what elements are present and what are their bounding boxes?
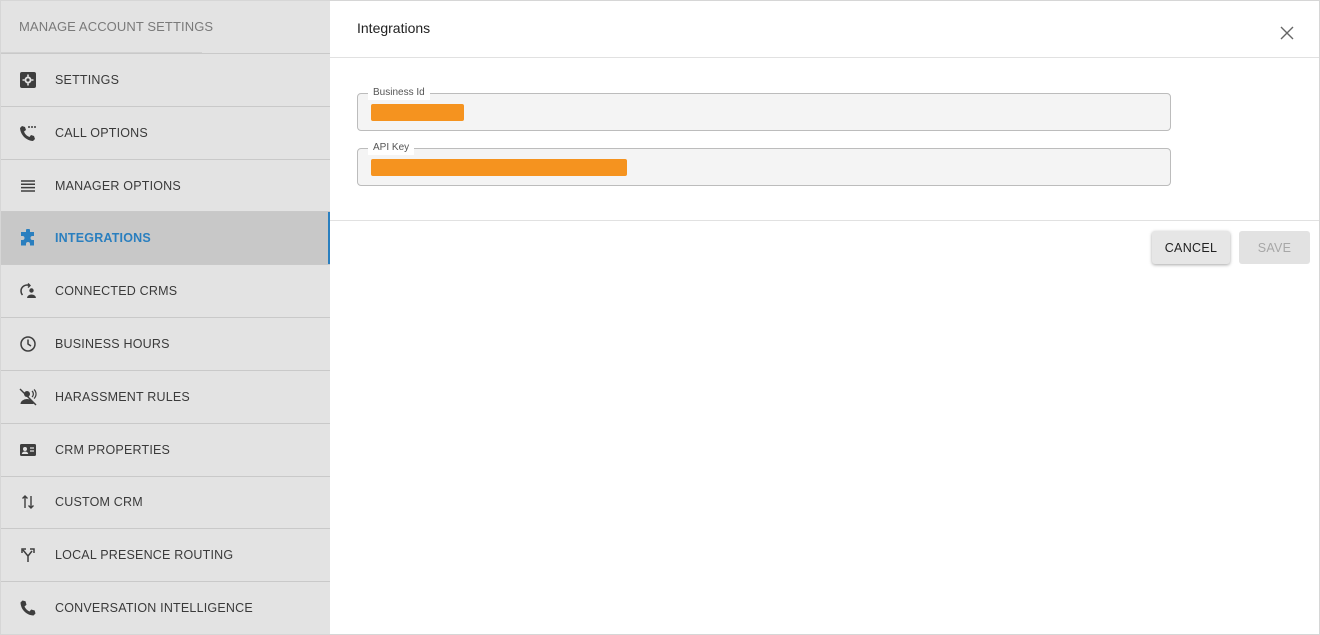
sidebar-item-manager-options[interactable]: MANAGER OPTIONS (1, 158, 330, 212)
sidebar-item-custom-crm[interactable]: CUSTOM CRM (1, 475, 330, 529)
sidebar-item-call-options[interactable]: CALL OPTIONS (1, 105, 330, 159)
panel-header: Integrations (330, 1, 1319, 58)
sidebar-item-label: CUSTOM CRM (55, 495, 143, 510)
sync-person-icon (1, 282, 55, 300)
save-button[interactable]: SAVE (1239, 231, 1310, 264)
page-title: Integrations (357, 20, 431, 36)
sidebar-item-conversation-intelligence[interactable]: CONVERSATION INTELLIGENCE (1, 581, 330, 634)
sidebar-item-label: MANAGER OPTIONS (55, 178, 181, 193)
close-button[interactable] (1279, 25, 1295, 41)
lines-icon (1, 177, 55, 195)
sidebar-item-harassment-rules[interactable]: HARASSMENT RULES (1, 369, 330, 423)
integrations-form: Business Id redacted API Key redacted (330, 58, 1319, 221)
sidebar-item-local-presence-routing[interactable]: LOCAL PRESENCE ROUTING (1, 528, 330, 581)
sidebar-item-integrations[interactable]: INTEGRATIONS (1, 211, 330, 265)
sidebar-item-label: CONVERSATION INTELLIGENCE (55, 601, 253, 616)
phone-dots-icon (1, 124, 55, 142)
sidebar-item-label: CRM PROPERTIES (55, 442, 171, 457)
sidebar-item-business-hours[interactable]: BUSINESS HOURS (1, 317, 330, 370)
sidebar-item-label: CONNECTED CRMS (55, 284, 178, 299)
swap-vertical-icon (1, 493, 55, 511)
sidebar-item-label: BUSINESS HOURS (55, 337, 170, 351)
sidebar-item-crm-properties[interactable]: CRM PROPERTIES (1, 422, 330, 476)
business-id-value-redacted: redacted (371, 104, 464, 121)
clock-icon (1, 335, 55, 353)
close-icon (1279, 25, 1295, 41)
settings-sidebar: MANAGE ACCOUNT SETTINGS SETTINGS CALL OP… (1, 1, 330, 634)
sidebar-item-connected-crms[interactable]: CONNECTED CRMS (1, 264, 330, 317)
sidebar-item-label: HARASSMENT RULES (55, 389, 190, 404)
cancel-button[interactable]: CANCEL (1152, 231, 1230, 264)
business-id-label: Business Id (368, 86, 430, 100)
puzzle-icon (1, 229, 55, 247)
phone-icon (1, 599, 55, 617)
app-window: MANAGE ACCOUNT SETTINGS SETTINGS CALL OP… (0, 0, 1320, 635)
form-actions: CANCEL SAVE (1152, 231, 1310, 264)
fork-icon (1, 546, 55, 564)
integrations-panel: Integrations Business Id redacted API Ke… (330, 1, 1319, 634)
sidebar-header: MANAGE ACCOUNT SETTINGS (1, 1, 330, 53)
sidebar-item-label: CALL OPTIONS (55, 125, 148, 140)
api-key-label: API Key (368, 141, 415, 155)
sidebar-item-label: SETTINGS (55, 72, 120, 87)
sidebar-item-label: INTEGRATIONS (55, 231, 151, 246)
api-key-field[interactable]: API Key redacted (357, 141, 1171, 186)
sidebar-item-settings[interactable]: SETTINGS (1, 52, 330, 106)
api-key-value-redacted: redacted (371, 159, 627, 176)
business-id-field[interactable]: Business Id redacted (357, 86, 1171, 131)
voice-off-icon (1, 388, 55, 406)
gear-box-icon (1, 71, 55, 89)
contact-card-icon (1, 441, 55, 459)
sidebar-item-label: LOCAL PRESENCE ROUTING (55, 548, 234, 563)
